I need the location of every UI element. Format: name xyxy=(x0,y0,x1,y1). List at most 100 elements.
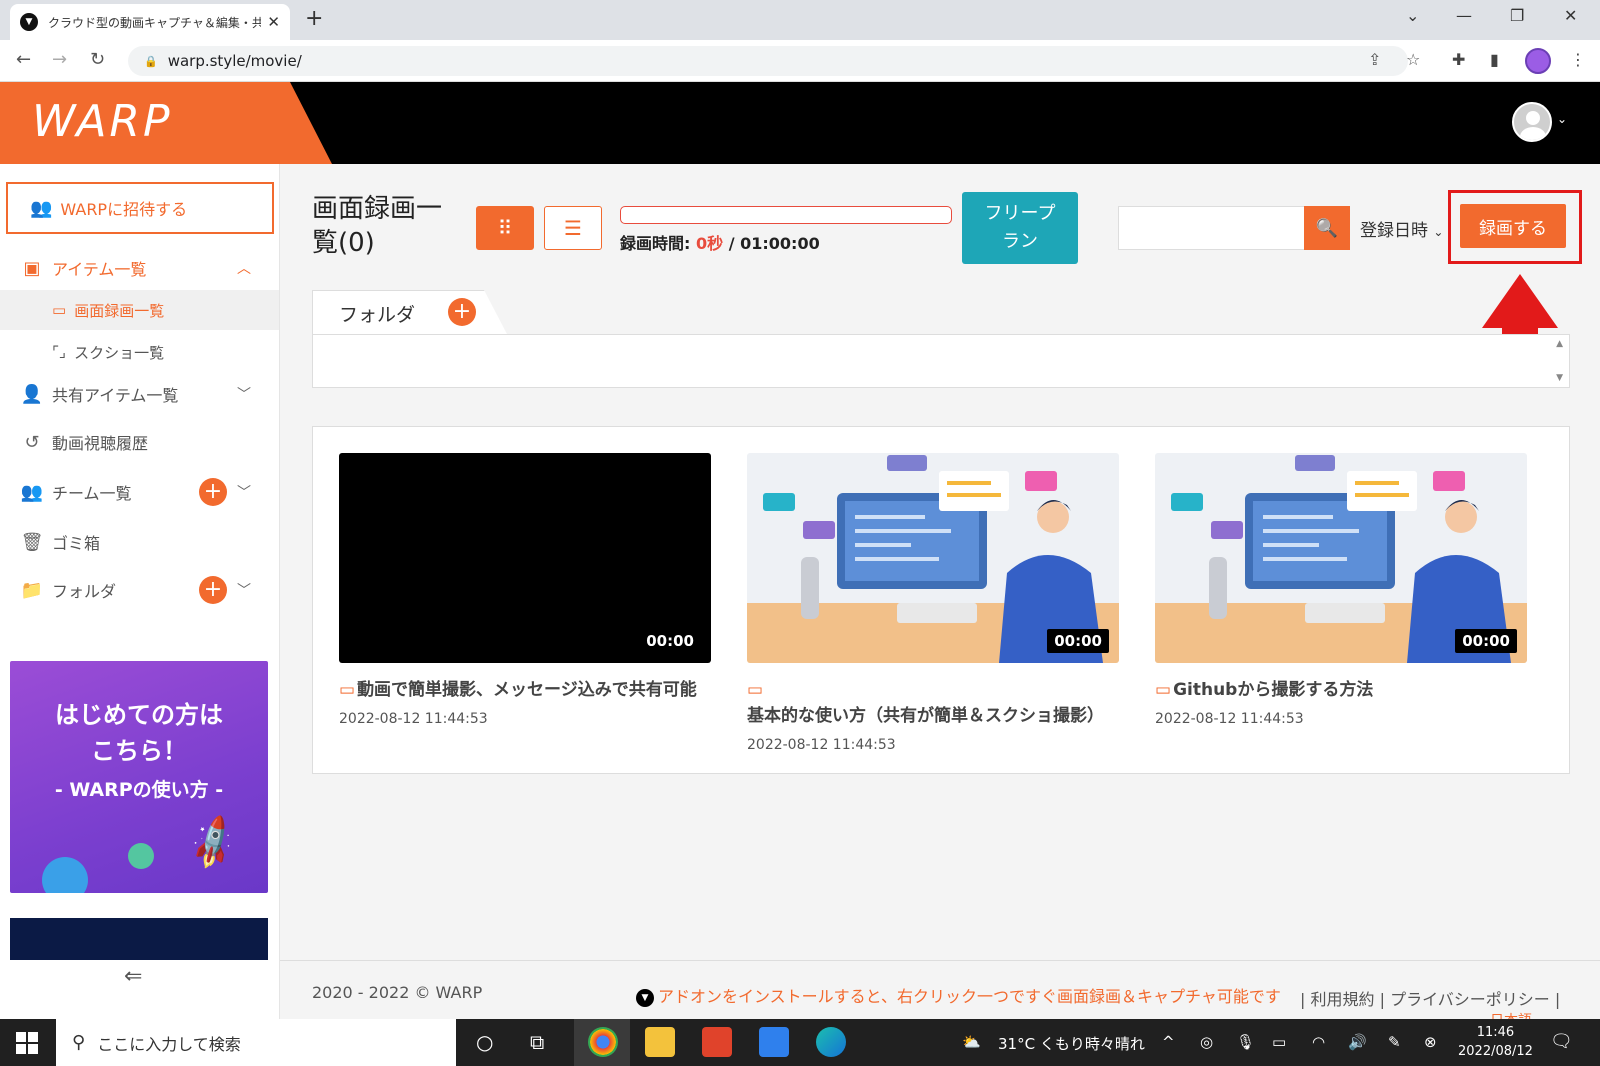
banner-subheading: - WARPの使い方 - xyxy=(54,779,224,801)
taskbar-date: 2022/08/12 xyxy=(1458,1044,1533,1059)
collapse-sidebar-icon[interactable]: ⇐ xyxy=(124,964,142,989)
reload-icon[interactable]: ↻ xyxy=(90,49,105,70)
lock-icon: 🔒 xyxy=(144,54,158,68)
planet-icon xyxy=(128,843,154,869)
video-title[interactable]: ▭ 動画で簡単撮影、メッセージ込みで共有可能 xyxy=(339,677,711,703)
add-team-icon[interactable]: + xyxy=(199,478,227,506)
meet-icon[interactable]: ◎ xyxy=(1200,1033,1213,1051)
video-card[interactable]: 00:00 ▭ 動画で簡単撮影、メッセージ込みで共有可能 2022-08-12 1… xyxy=(339,453,711,727)
search-input[interactable] xyxy=(1118,206,1304,250)
record-button[interactable]: 録画する xyxy=(1460,204,1566,248)
video-title-text: 基本的な使い方（共有が簡単＆スクショ撮影） xyxy=(747,706,1104,726)
invite-button[interactable]: 👥 WARPに招待する xyxy=(6,182,274,234)
minimize-icon[interactable]: — xyxy=(1456,6,1472,25)
sort-dropdown[interactable]: 登録日時 ⌄ xyxy=(1360,216,1443,241)
video-title[interactable]: ▭ 基本的な使い方（共有が簡単＆スクショ撮影） xyxy=(747,677,1119,729)
addon-link[interactable]: ▼ アドオンをインストールすると、右クリック一つですぐ画面録画＆キャプチャ可能です xyxy=(636,983,1281,1007)
file-explorer-icon[interactable] xyxy=(645,1027,675,1057)
side-panel-icon[interactable]: ▮ xyxy=(1490,50,1499,69)
task-view-icon[interactable]: ⧉ xyxy=(530,1030,544,1054)
sidebar-item-folders[interactable]: 📁 フォルダ + ﹀ xyxy=(0,568,279,612)
warp-addon-icon: ▼ xyxy=(636,988,654,1007)
url-field[interactable]: 🔒 warp.style/movie/ xyxy=(128,46,1408,76)
folder-panel: ▲ ▼ xyxy=(312,334,1570,388)
user-avatar[interactable] xyxy=(1512,102,1552,142)
back-icon[interactable]: ← xyxy=(16,49,31,70)
sidebar-sub-recordings[interactable]: ▭ 画面録画一覧 xyxy=(0,290,279,330)
share-icon[interactable]: ⇪ xyxy=(1368,50,1381,69)
trash-icon: 🗑 xyxy=(20,531,44,553)
sidebar-item-items[interactable]: ▣ アイテム一覧 ︿ xyxy=(0,246,279,290)
edge-icon[interactable] xyxy=(816,1027,846,1057)
getting-started-banner[interactable]: はじめての方は こちら！ - WARPの使い方 - 🚀 xyxy=(10,661,268,893)
logo-area[interactable]: WARP xyxy=(0,82,332,164)
sidebar-item-teams[interactable]: 👥 チーム一覧 + ﹀ xyxy=(0,470,279,514)
sidebar-item-shared[interactable]: 👤 共有アイテム一覧 ﹀ xyxy=(0,372,279,416)
url-text: warp.style/movie/ xyxy=(167,52,302,70)
notifications-icon[interactable]: 🗨 xyxy=(1550,1031,1573,1052)
media-icon: ▣ xyxy=(23,257,41,279)
list-view-button[interactable]: ☰ xyxy=(544,206,602,250)
grid-view-button[interactable]: ⠿ xyxy=(476,206,534,250)
invite-label: WARPに招待する xyxy=(60,200,188,219)
crop-icon: ⌜⌟ xyxy=(52,343,67,361)
extensions-icon[interactable]: ✚ xyxy=(1452,50,1465,69)
taskbar-search-placeholder: ここに入力して検索 xyxy=(97,1034,241,1054)
sidebar-item-label: チーム一覧 xyxy=(52,484,132,503)
banner-heading: はじめての方は こちら！ xyxy=(10,697,268,769)
cortana-icon[interactable]: ○ xyxy=(476,1030,493,1054)
browser-menu-icon[interactable]: ⋮ xyxy=(1570,50,1586,69)
pen-icon[interactable]: ✎ xyxy=(1388,1033,1401,1051)
show-hidden-icons-icon[interactable]: ^ xyxy=(1162,1033,1175,1051)
office-icon[interactable] xyxy=(702,1027,732,1057)
close-tab-icon[interactable]: ✕ xyxy=(267,13,280,31)
sidebar-item-trash[interactable]: 🗑 ゴミ箱 xyxy=(0,520,279,564)
folder-tab[interactable]: フォルダ xyxy=(312,290,508,336)
chevron-down-icon[interactable]: ﹀ xyxy=(237,580,251,600)
video-duration: 00:00 xyxy=(1047,629,1109,653)
chevron-down-icon[interactable]: ﹀ xyxy=(237,482,251,502)
store-icon[interactable] xyxy=(759,1027,789,1057)
weather-text[interactable]: 31°C くもり時々晴れ xyxy=(998,1033,1145,1054)
video-card[interactable]: 00:00 ▭ 基本的な使い方（共有が簡単＆スクショ撮影） 2022-08-12 … xyxy=(747,453,1119,753)
search-button[interactable]: 🔍 xyxy=(1304,206,1350,250)
scroll-down-icon[interactable]: ▼ xyxy=(1556,373,1563,383)
microphone-icon[interactable]: 🎙 xyxy=(1236,1033,1255,1051)
taskbar-search[interactable]: ⚲ ここに入力して検索 xyxy=(56,1019,456,1066)
video-title[interactable]: ▭ Githubから撮影する方法 xyxy=(1155,677,1527,703)
add-folder-icon[interactable]: + xyxy=(448,298,476,326)
chevron-down-icon[interactable]: ⌄ xyxy=(1557,112,1567,126)
recording-time-used: 0秒 xyxy=(695,234,724,253)
tab-search-icon[interactable]: ⌄ xyxy=(1406,6,1419,25)
video-card[interactable]: 00:00 ▭ Githubから撮影する方法 2022-08-12 11:44:5… xyxy=(1155,453,1527,727)
windows-start-icon[interactable] xyxy=(16,1032,38,1054)
new-tab-icon[interactable]: + xyxy=(305,6,323,31)
video-duration: 00:00 xyxy=(1455,629,1517,653)
battery-icon[interactable]: ▭ xyxy=(1272,1033,1286,1051)
volume-icon[interactable]: 🔊 xyxy=(1348,1033,1367,1051)
folder-icon: 📁 xyxy=(20,579,44,601)
forward-icon[interactable]: → xyxy=(52,49,67,70)
taskbar-clock[interactable]: 11:46 2022/08/12 xyxy=(1458,1023,1533,1061)
browser-tab[interactable]: ▼ クラウド型の動画キャプチャ＆編集・共 ✕ xyxy=(10,4,290,40)
browser-profile-avatar[interactable] xyxy=(1525,48,1551,74)
video-thumbnail[interactable]: 00:00 xyxy=(1155,453,1527,663)
warp-logo: WARP xyxy=(32,96,173,147)
sidebar-item-history[interactable]: ↺ 動画視聴履歴 xyxy=(0,420,279,464)
free-plan-button[interactable]: フリープラン xyxy=(962,192,1078,264)
secondary-banner[interactable] xyxy=(10,918,268,960)
privacy-link[interactable]: プライバシーポリシー xyxy=(1390,990,1550,1009)
add-folder-icon[interactable]: + xyxy=(199,576,227,604)
video-thumbnail[interactable]: 00:00 xyxy=(747,453,1119,663)
sidebar-sub-screenshots[interactable]: ⌜⌟ スクショ一覧 xyxy=(0,332,279,372)
scroll-up-icon[interactable]: ▲ xyxy=(1556,339,1563,349)
search-icon: 🔍 xyxy=(1315,217,1339,239)
wifi-icon[interactable]: ◠ xyxy=(1312,1033,1325,1051)
chrome-icon[interactable] xyxy=(588,1027,618,1057)
restore-icon[interactable]: ❐ xyxy=(1510,6,1524,25)
bookmark-star-icon[interactable]: ☆ xyxy=(1406,50,1420,69)
video-thumbnail[interactable]: 00:00 xyxy=(339,453,711,663)
close-circle-icon[interactable]: ⊗ xyxy=(1424,1033,1437,1051)
terms-link[interactable]: 利用規約 xyxy=(1310,990,1374,1009)
close-window-icon[interactable]: ✕ xyxy=(1564,6,1577,25)
